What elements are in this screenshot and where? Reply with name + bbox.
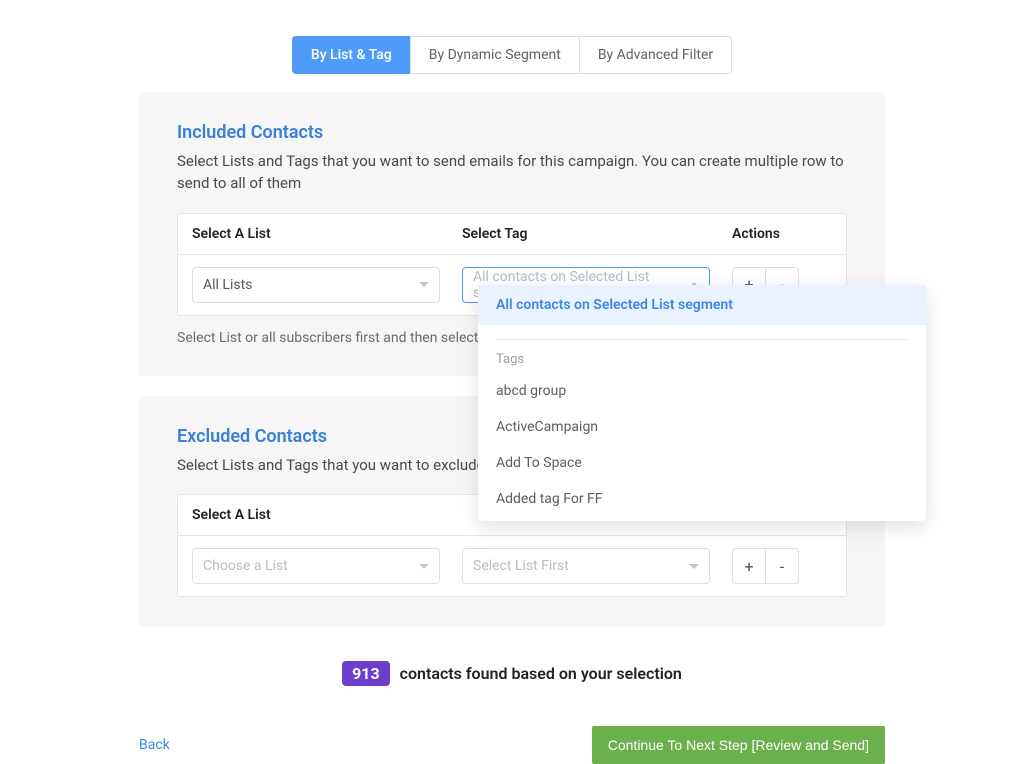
tag-group-label: Tags xyxy=(478,348,926,373)
tag-option[interactable]: ActiveCampaign xyxy=(478,409,926,445)
tag-dropdown-selected-option[interactable]: All contacts on Selected List segment xyxy=(478,285,926,325)
tag-option[interactable]: Added tag For FF xyxy=(478,481,926,517)
tag-dropdown-popup: All contacts on Selected List segment Ta… xyxy=(478,285,926,521)
contacts-count-badge: 913 xyxy=(342,661,390,686)
chevron-down-icon xyxy=(689,564,699,569)
continue-button[interactable]: Continue To Next Step [Review and Send] xyxy=(592,726,885,764)
excluded-tag-select[interactable]: Select List First xyxy=(462,548,710,584)
col-header-tag: Select Tag xyxy=(462,226,732,242)
excluded-list-placeholder: Choose a List xyxy=(203,558,288,574)
included-title: Included Contacts xyxy=(177,122,847,143)
add-row-button[interactable]: + xyxy=(732,548,766,584)
dropdown-divider xyxy=(496,339,908,340)
page-container: By List & Tag By Dynamic Segment By Adva… xyxy=(0,0,1024,764)
excluded-table-row: Choose a List Select List First + - xyxy=(178,536,846,596)
tab-by-advanced-filter[interactable]: By Advanced Filter xyxy=(579,36,732,74)
bottom-actions: Back Continue To Next Step [Review and S… xyxy=(139,726,885,764)
contacts-count-row: 913 contacts found based on your selecti… xyxy=(139,647,885,686)
filter-tabs: By List & Tag By Dynamic Segment By Adva… xyxy=(0,36,1024,74)
excluded-row-actions: + - xyxy=(732,548,832,584)
col-header-actions: Actions xyxy=(732,226,832,242)
excluded-tag-placeholder: Select List First xyxy=(473,558,569,574)
chevron-down-icon xyxy=(419,564,429,569)
chevron-down-icon xyxy=(419,282,429,287)
tag-option[interactable]: abcd group xyxy=(478,373,926,409)
contacts-count-text: contacts found based on your selection xyxy=(400,664,682,683)
included-list-select[interactable]: All Lists xyxy=(192,267,440,303)
remove-row-button[interactable]: - xyxy=(765,548,799,584)
excluded-list-select[interactable]: Choose a List xyxy=(192,548,440,584)
back-link[interactable]: Back xyxy=(139,737,170,753)
included-list-value: All Lists xyxy=(203,277,252,293)
col-header-list: Select A List xyxy=(192,226,462,242)
tab-by-dynamic-segment[interactable]: By Dynamic Segment xyxy=(410,36,580,74)
included-description: Select Lists and Tags that you want to s… xyxy=(177,151,847,195)
included-table-header: Select A List Select Tag Actions xyxy=(178,214,846,255)
col-header-list: Select A List xyxy=(192,507,462,523)
tab-by-list-tag[interactable]: By List & Tag xyxy=(292,36,411,74)
tag-option[interactable]: Add To Space xyxy=(478,445,926,481)
